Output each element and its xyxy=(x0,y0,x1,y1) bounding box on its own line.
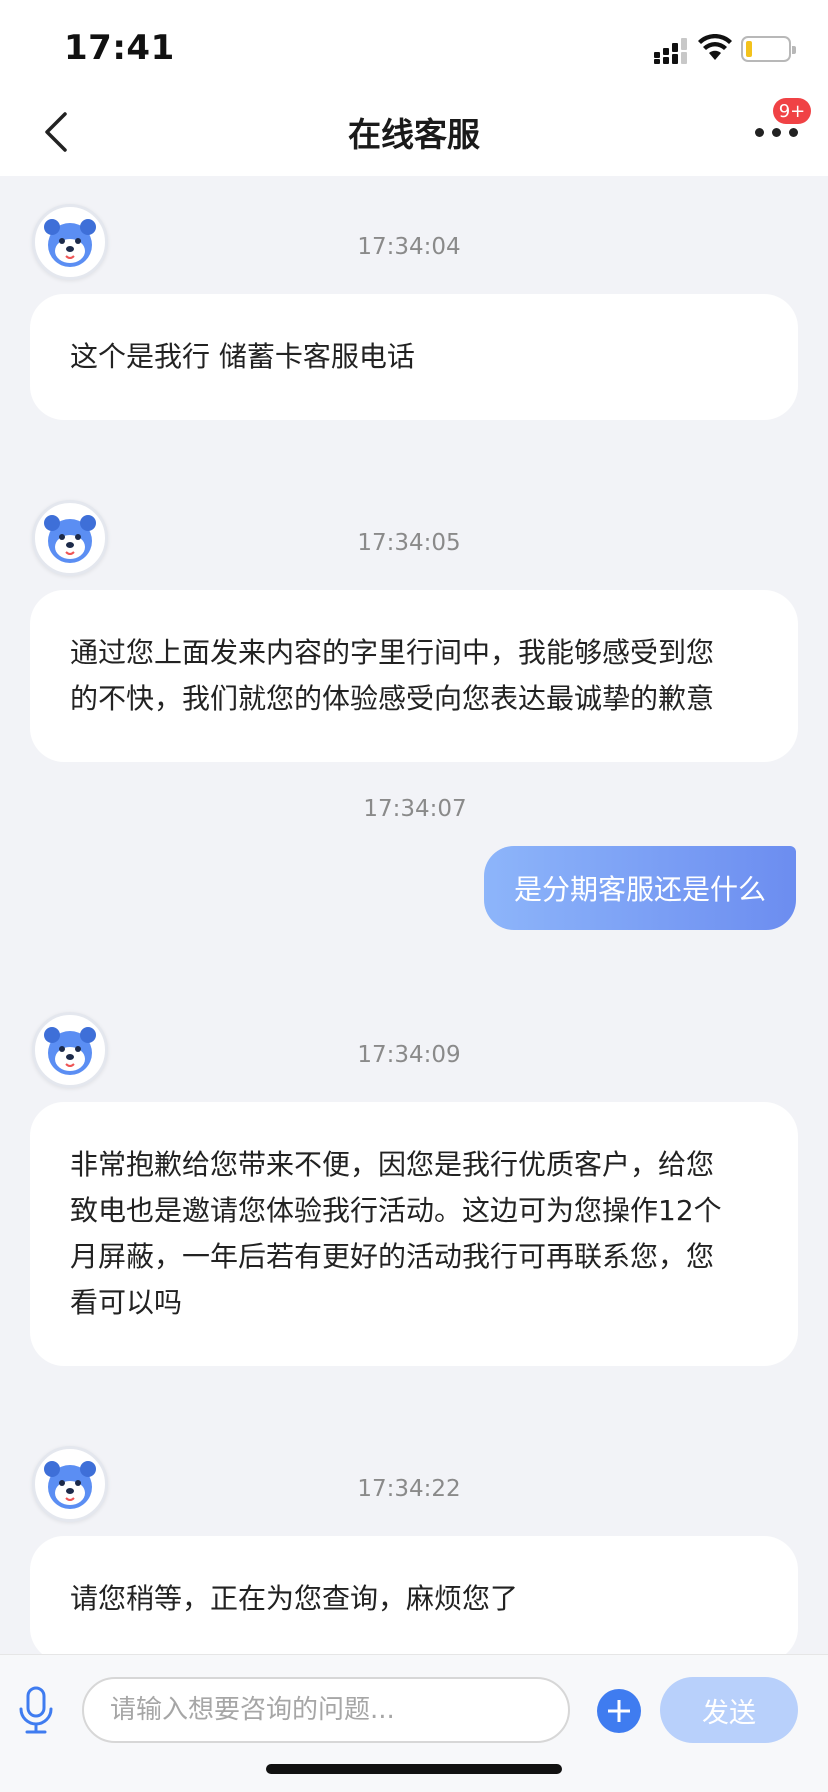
more-dot xyxy=(771,127,781,137)
bot-message: 这个是我行 储蓄卡客服电话 xyxy=(30,294,798,420)
bot-message: 非常抱歉给您带来不便，因您是我行优质客户，给您 致电也是邀请您体验我行活动。这边… xyxy=(30,1102,798,1366)
microphone-icon xyxy=(19,1686,53,1734)
more-dot xyxy=(788,127,798,137)
send-button[interactable]: 发送 xyxy=(660,1677,798,1743)
message-input[interactable] xyxy=(82,1677,570,1743)
message-timestamp: 17:34:22 xyxy=(357,1476,461,1502)
status-time: 17:41 xyxy=(64,28,175,68)
message-timestamp: 17:34:07 xyxy=(363,796,467,822)
message-text: 是分期客服还是什么 xyxy=(513,873,766,906)
user-message: 是分期客服还是什么 xyxy=(484,846,796,930)
top-bar: 17:41 在线客服 9+ xyxy=(0,0,828,176)
message-text-line: 通过您上面发来内容的字里行间中，我能够感受到您 xyxy=(70,636,715,669)
bear-agent-avatar-icon xyxy=(44,515,96,563)
bear-agent-avatar-icon xyxy=(44,219,96,267)
message-timestamp: 17:34:04 xyxy=(357,234,461,260)
cellular-signal-icon xyxy=(654,38,687,64)
bear-agent-avatar-icon xyxy=(44,1027,96,1075)
more-dots-icon xyxy=(754,127,764,137)
wifi-icon xyxy=(698,34,732,60)
message-text-line: 看可以吗 xyxy=(70,1286,183,1319)
home-indicator xyxy=(266,1764,562,1774)
message-text: 请您稍等，正在为您查询，麻烦您了 xyxy=(70,1582,519,1615)
bear-agent-avatar-icon xyxy=(44,1461,96,1509)
notification-badge: 9+ xyxy=(773,98,811,124)
agent-avatar xyxy=(32,500,108,576)
add-attachment-button[interactable] xyxy=(597,1689,641,1733)
message-text: 这个是我行 储蓄卡客服电话 xyxy=(70,340,415,373)
voice-input-button[interactable] xyxy=(16,1685,56,1735)
battery-level xyxy=(746,41,752,57)
message-timestamp: 17:34:09 xyxy=(357,1042,461,1068)
message-text-line: 月屏蔽，一年后若有更好的活动我行可再联系您，您 xyxy=(70,1240,715,1273)
battery-icon xyxy=(741,36,796,62)
message-text-line: 的不快，我们就您的体验感受向您表达最诚挚的歉意 xyxy=(70,682,715,715)
message-text-line: 致电也是邀请您体验我行活动。这边可为您操作12个 xyxy=(70,1194,722,1227)
chat-area[interactable]: 17:34:04 这个是我行 储蓄卡客服电话 17:34:05 通过您上面发来内… xyxy=(0,176,828,1654)
page-title: 在线客服 xyxy=(348,115,480,154)
agent-avatar xyxy=(32,204,108,280)
message-text-line: 非常抱歉给您带来不便，因您是我行优质客户，给您 xyxy=(70,1148,715,1181)
bot-message: 通过您上面发来内容的字里行间中，我能够感受到您 的不快，我们就您的体验感受向您表… xyxy=(30,590,798,762)
agent-avatar xyxy=(32,1012,108,1088)
bot-message: 请您稍等，正在为您查询，麻烦您了 xyxy=(30,1536,798,1654)
agent-avatar xyxy=(32,1446,108,1522)
message-timestamp: 17:34:05 xyxy=(357,530,461,556)
